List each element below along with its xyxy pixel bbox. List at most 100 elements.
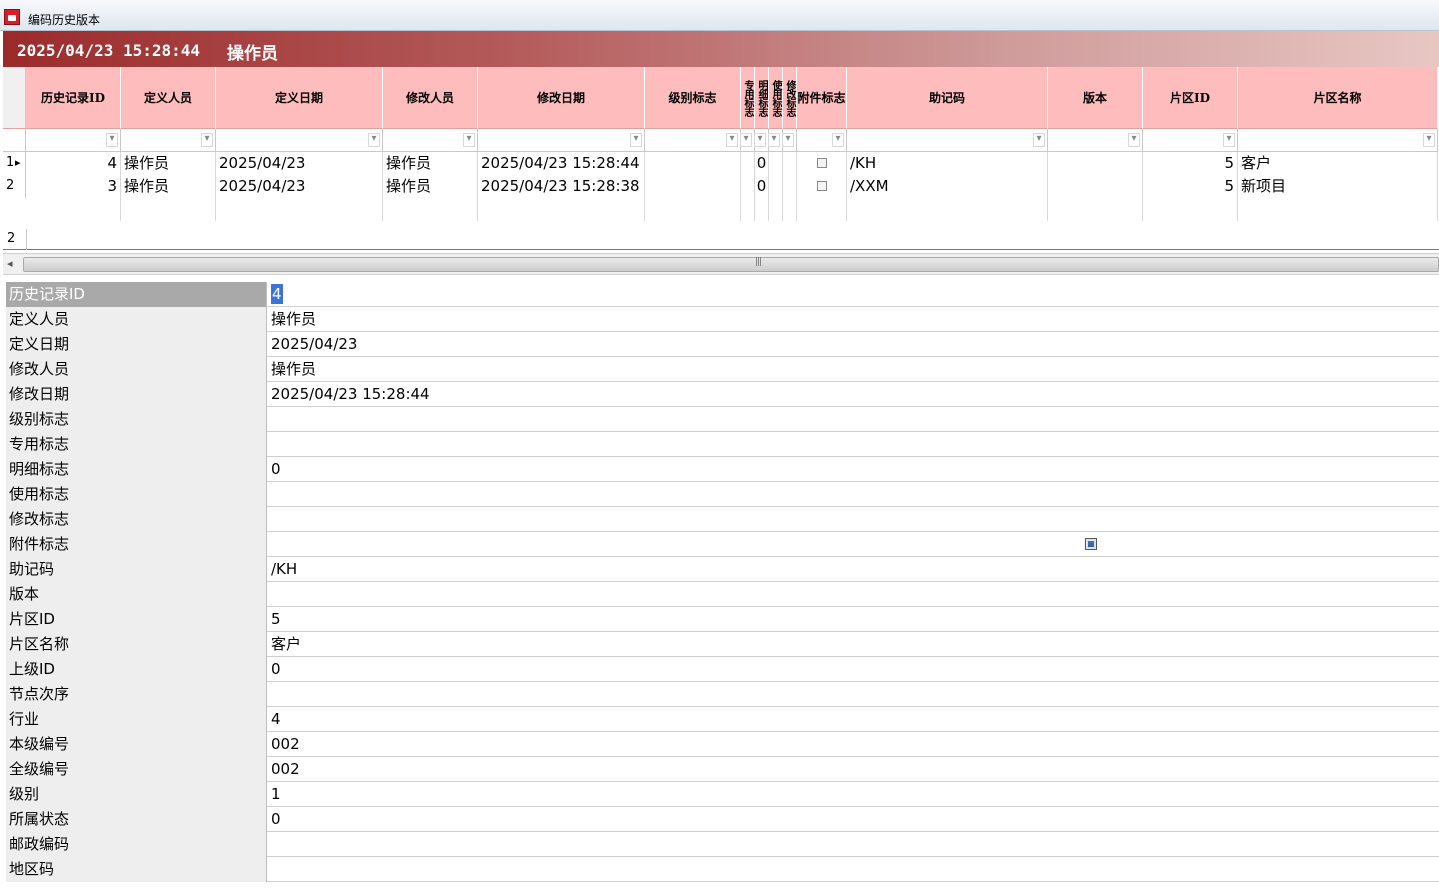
horizontal-scrollbar[interactable]: ◂ ||| (3, 253, 1439, 275)
table-cell-version[interactable] (1048, 152, 1143, 175)
field-value[interactable]: 4 (271, 284, 283, 304)
detail-row: 上级ID 0 (6, 657, 1439, 682)
column-header-level_flag[interactable]: 级别标志 (645, 67, 741, 129)
row-header[interactable]: 2 (3, 175, 26, 198)
column-filter-level_flag[interactable] (645, 129, 741, 152)
field-value[interactable]: 0 (271, 807, 281, 832)
column-header-created[interactable]: 定义日期 (216, 67, 383, 129)
column-header-zone_name[interactable]: 片区名称 (1238, 67, 1438, 129)
detail-row: 节点次序 (6, 682, 1439, 707)
table-cell-special_flag[interactable] (741, 152, 755, 175)
column-filter-modified[interactable] (478, 129, 645, 152)
table-cell-created[interactable]: 2025/04/23 (216, 175, 383, 198)
app-icon (4, 9, 20, 25)
column-header-version[interactable]: 版本 (1048, 67, 1143, 129)
table-cell-zone_name[interactable]: 客户 (1238, 152, 1438, 175)
column-filter-version[interactable] (1048, 129, 1143, 152)
table-cell-zone_name[interactable]: 新项目 (1238, 175, 1438, 198)
column-header-mnemonic[interactable]: 助记码 (847, 67, 1048, 129)
table-cell-id[interactable]: 4 (26, 152, 121, 175)
table-cell-id[interactable]: 3 (26, 175, 121, 198)
field-value[interactable]: 操作员 (271, 357, 316, 382)
field-label: 修改日期 (6, 382, 267, 407)
empty-cell (847, 198, 1048, 221)
table-cell-detail_flag[interactable]: 0 (755, 152, 769, 175)
field-value[interactable]: 2025/04/23 15:28:44 (271, 382, 430, 407)
table-cell-mnemonic[interactable]: /XXM (847, 175, 1048, 198)
window-title: 编码历史版本 (28, 13, 101, 27)
field-value[interactable]: /KH (271, 557, 297, 582)
empty-cell (383, 198, 478, 221)
table-cell-special_flag[interactable] (741, 175, 755, 198)
column-filter-created[interactable] (216, 129, 383, 152)
column-header-use_flag[interactable]: 使用标志 (769, 67, 783, 129)
detail-row: 定义人员 操作员 (6, 307, 1439, 332)
column-filter-mnemonic[interactable] (847, 129, 1048, 152)
field-label: 级别标志 (6, 407, 267, 432)
field-value[interactable]: 客户 (271, 632, 301, 657)
column-filter-special_flag[interactable] (740, 129, 755, 152)
table-cell-modified[interactable]: 2025/04/23 15:28:44 (478, 152, 645, 175)
column-header-id[interactable]: 历史记录ID (26, 67, 121, 129)
field-label: 级别 (6, 782, 267, 807)
table-cell-use_flag[interactable] (769, 152, 783, 175)
column-filter-modify_flag[interactable] (782, 129, 797, 152)
field-label: 定义日期 (6, 332, 267, 357)
table-cell-mnemonic[interactable]: /KH (847, 152, 1048, 175)
field-value[interactable]: 0 (271, 657, 281, 682)
detail-row: 行业 4 (6, 707, 1439, 732)
table-cell-detail_flag[interactable]: 0 (755, 175, 769, 198)
column-filter-id[interactable] (26, 129, 121, 152)
field-value[interactable]: 0 (271, 457, 281, 482)
attach-flag-checkbox[interactable] (1085, 538, 1097, 550)
table-cell-attach_flag[interactable] (797, 175, 847, 198)
table-cell-modify_flag[interactable] (783, 152, 797, 175)
table-cell-modified[interactable]: 2025/04/23 15:28:38 (478, 175, 645, 198)
field-value[interactable]: 002 (271, 757, 300, 782)
table-cell-level_flag[interactable] (645, 175, 741, 198)
column-header-detail_flag[interactable]: 明细标志 (755, 67, 769, 129)
table-cell-creator[interactable]: 操作员 (121, 152, 216, 175)
table-cell-version[interactable] (1048, 175, 1143, 198)
table-cell-modify_flag[interactable] (783, 175, 797, 198)
banner-user: 操作员 (227, 44, 278, 64)
column-header-attach_flag[interactable]: 附件标志 (797, 67, 847, 129)
column-filter-zone_id[interactable] (1143, 129, 1238, 152)
column-header-modify_flag[interactable]: 修改标志 (783, 67, 797, 129)
attach-flag-checkbox[interactable] (816, 157, 827, 168)
table-cell-level_flag[interactable] (645, 152, 741, 175)
row-header[interactable]: 1 ▸ (3, 152, 26, 175)
column-filter-attach_flag[interactable] (797, 129, 847, 152)
field-value[interactable]: 002 (271, 732, 300, 757)
detail-row: 使用标志 (6, 482, 1439, 507)
column-filter-detail_flag[interactable] (754, 129, 769, 152)
column-filter-modifier[interactable] (383, 129, 478, 152)
field-value[interactable]: 4 (271, 707, 281, 732)
column-header-creator[interactable]: 定义人员 (121, 67, 216, 129)
table-cell-zone_id[interactable]: 5 (1143, 175, 1238, 198)
table-cell-zone_id[interactable]: 5 (1143, 152, 1238, 175)
field-value[interactable]: 操作员 (271, 307, 316, 332)
table-cell-creator[interactable]: 操作员 (121, 175, 216, 198)
detail-row: 修改标志 (6, 507, 1439, 532)
column-header-zone_id[interactable]: 片区ID (1143, 67, 1238, 129)
scroll-left-icon[interactable]: ◂ (7, 257, 13, 270)
table-cell-modifier[interactable]: 操作员 (383, 152, 478, 175)
scrollbar-thumb[interactable] (23, 257, 1439, 272)
field-value[interactable]: 2025/04/23 (271, 332, 357, 357)
field-label: 历史记录ID (6, 282, 267, 307)
column-header-modified[interactable]: 修改日期 (478, 67, 645, 129)
field-value[interactable]: 5 (271, 607, 281, 632)
attach-flag-checkbox[interactable] (816, 180, 827, 191)
column-filter-creator[interactable] (121, 129, 216, 152)
detail-row: 助记码/KH (6, 557, 1439, 582)
table-cell-attach_flag[interactable] (797, 152, 847, 175)
column-filter-use_flag[interactable] (768, 129, 783, 152)
column-header-special_flag[interactable]: 专用标志 (741, 67, 755, 129)
table-cell-use_flag[interactable] (769, 175, 783, 198)
column-filter-zone_name[interactable] (1238, 129, 1438, 152)
table-cell-created[interactable]: 2025/04/23 (216, 152, 383, 175)
field-value[interactable]: 1 (271, 782, 281, 807)
column-header-modifier[interactable]: 修改人员 (383, 67, 478, 129)
table-cell-modifier[interactable]: 操作员 (383, 175, 478, 198)
